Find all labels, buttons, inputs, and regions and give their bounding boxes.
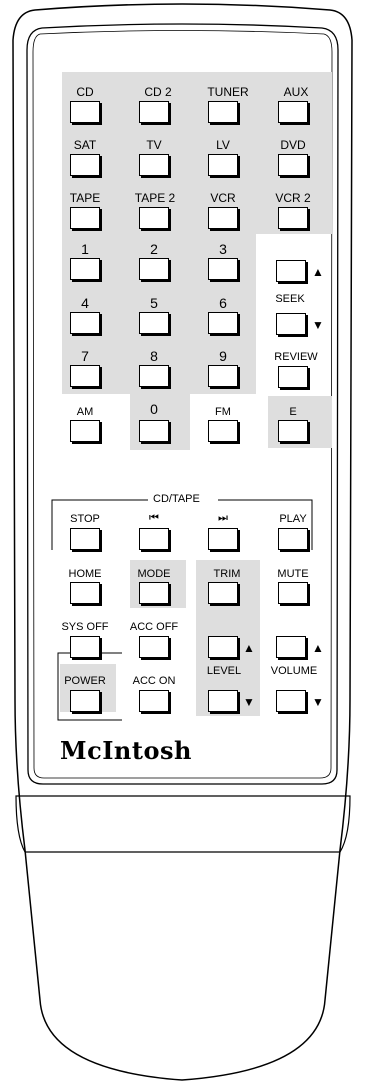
cd-button[interactable] bbox=[70, 101, 100, 123]
volume-down-button[interactable] bbox=[276, 690, 306, 712]
seek-up-button[interactable] bbox=[276, 260, 306, 282]
am-label: AM bbox=[76, 406, 94, 418]
up-arrow-icon: ▲ bbox=[312, 265, 324, 279]
aux-button[interactable] bbox=[278, 101, 308, 123]
digit-0-label: 0 bbox=[150, 401, 158, 417]
sys-off-button[interactable] bbox=[70, 636, 100, 658]
digit-6-label: 6 bbox=[219, 295, 227, 311]
digit-8-button[interactable] bbox=[139, 365, 169, 387]
prev-track-icon: ⏮ bbox=[149, 512, 159, 524]
review-label: REVIEW bbox=[274, 351, 318, 363]
digit-0-button[interactable] bbox=[139, 420, 169, 442]
cd-label: CD bbox=[76, 85, 94, 99]
power-button[interactable] bbox=[70, 690, 100, 712]
next-track-icon: ⏭ bbox=[218, 512, 228, 524]
lv-button[interactable] bbox=[208, 154, 238, 176]
aux-label: AUX bbox=[283, 85, 309, 99]
home-button[interactable] bbox=[70, 582, 100, 604]
tape-button[interactable] bbox=[70, 207, 100, 229]
seek-down-button[interactable] bbox=[276, 313, 306, 335]
dvd-button[interactable] bbox=[278, 154, 308, 176]
digit-1-button[interactable] bbox=[70, 258, 100, 280]
tape-label: TAPE bbox=[69, 191, 101, 205]
play-button[interactable] bbox=[278, 528, 308, 550]
power-label: POWER bbox=[64, 675, 106, 687]
digit-8-label: 8 bbox=[150, 348, 158, 364]
home-label: HOME bbox=[68, 568, 102, 580]
vcr2-button[interactable] bbox=[278, 207, 308, 229]
mute-button[interactable] bbox=[278, 582, 308, 604]
mode-button[interactable] bbox=[139, 582, 169, 604]
digit-6-button[interactable] bbox=[208, 312, 238, 334]
acc-off-button[interactable] bbox=[139, 636, 169, 658]
sys-off-label: SYS OFF bbox=[61, 621, 109, 633]
trim-label: TRIM bbox=[213, 568, 241, 580]
volume-up-icon: ▲ bbox=[312, 641, 324, 655]
digit-7-label: 7 bbox=[81, 348, 89, 364]
trim-button[interactable] bbox=[208, 582, 238, 604]
volume-up-button[interactable] bbox=[276, 636, 306, 658]
volume-label: VOLUME bbox=[270, 665, 318, 677]
digit-2-label: 2 bbox=[150, 241, 158, 257]
digit-1-label: 1 bbox=[81, 241, 89, 257]
cd2-button[interactable] bbox=[139, 101, 169, 123]
stop-button[interactable] bbox=[70, 528, 100, 550]
tuner-button[interactable] bbox=[208, 101, 238, 123]
digit-3-button[interactable] bbox=[208, 258, 238, 280]
fm-label: FM bbox=[215, 406, 231, 418]
cd2-label: CD 2 bbox=[144, 85, 172, 99]
vcr2-label: VCR 2 bbox=[275, 191, 311, 205]
acc-on-button[interactable] bbox=[139, 690, 169, 712]
vcr-label: VCR bbox=[210, 191, 236, 205]
tuner-label: TUNER bbox=[207, 85, 249, 99]
review-button[interactable] bbox=[278, 366, 308, 388]
level-down-icon: ▼ bbox=[243, 695, 255, 709]
digit-3-label: 3 bbox=[219, 241, 227, 257]
prev-track-button[interactable] bbox=[139, 528, 169, 550]
tape2-button[interactable] bbox=[139, 207, 169, 229]
digit-4-button[interactable] bbox=[70, 312, 100, 334]
brand-logo: McIntosh bbox=[60, 736, 192, 765]
digit-5-label: 5 bbox=[150, 295, 158, 311]
digit-9-button[interactable] bbox=[208, 365, 238, 387]
sat-button[interactable] bbox=[70, 154, 100, 176]
e-label: E bbox=[289, 406, 297, 418]
tv-button[interactable] bbox=[139, 154, 169, 176]
transport-title: CD/TAPE bbox=[150, 493, 203, 505]
sat-label: SAT bbox=[73, 138, 97, 152]
next-track-button[interactable] bbox=[208, 528, 238, 550]
dvd-label: DVD bbox=[280, 138, 306, 152]
digit-4-label: 4 bbox=[81, 295, 89, 311]
vcr-button[interactable] bbox=[208, 207, 238, 229]
level-up-icon: ▲ bbox=[243, 641, 255, 655]
level-down-button[interactable] bbox=[208, 690, 238, 712]
stop-label: STOP bbox=[70, 513, 100, 525]
am-button[interactable] bbox=[70, 420, 100, 442]
tv-label: TV bbox=[146, 138, 162, 152]
acc-on-label: ACC ON bbox=[132, 675, 176, 687]
tape2-label: TAPE 2 bbox=[134, 191, 176, 205]
down-arrow-icon: ▼ bbox=[312, 318, 324, 332]
lv-label: LV bbox=[216, 138, 230, 152]
seek-label: SEEK bbox=[275, 293, 305, 305]
digit-5-button[interactable] bbox=[139, 312, 169, 334]
mute-label: MUTE bbox=[277, 568, 309, 580]
play-label: PLAY bbox=[279, 513, 307, 525]
digit-2-button[interactable] bbox=[139, 258, 169, 280]
digit-9-label: 9 bbox=[219, 348, 227, 364]
level-label: LEVEL bbox=[206, 665, 242, 677]
digit-7-button[interactable] bbox=[70, 365, 100, 387]
level-up-button[interactable] bbox=[208, 636, 238, 658]
volume-down-icon: ▼ bbox=[312, 695, 324, 709]
acc-off-label: ACC OFF bbox=[129, 621, 179, 633]
e-button[interactable] bbox=[278, 420, 308, 442]
fm-button[interactable] bbox=[208, 420, 238, 442]
mode-label: MODE bbox=[137, 568, 171, 580]
